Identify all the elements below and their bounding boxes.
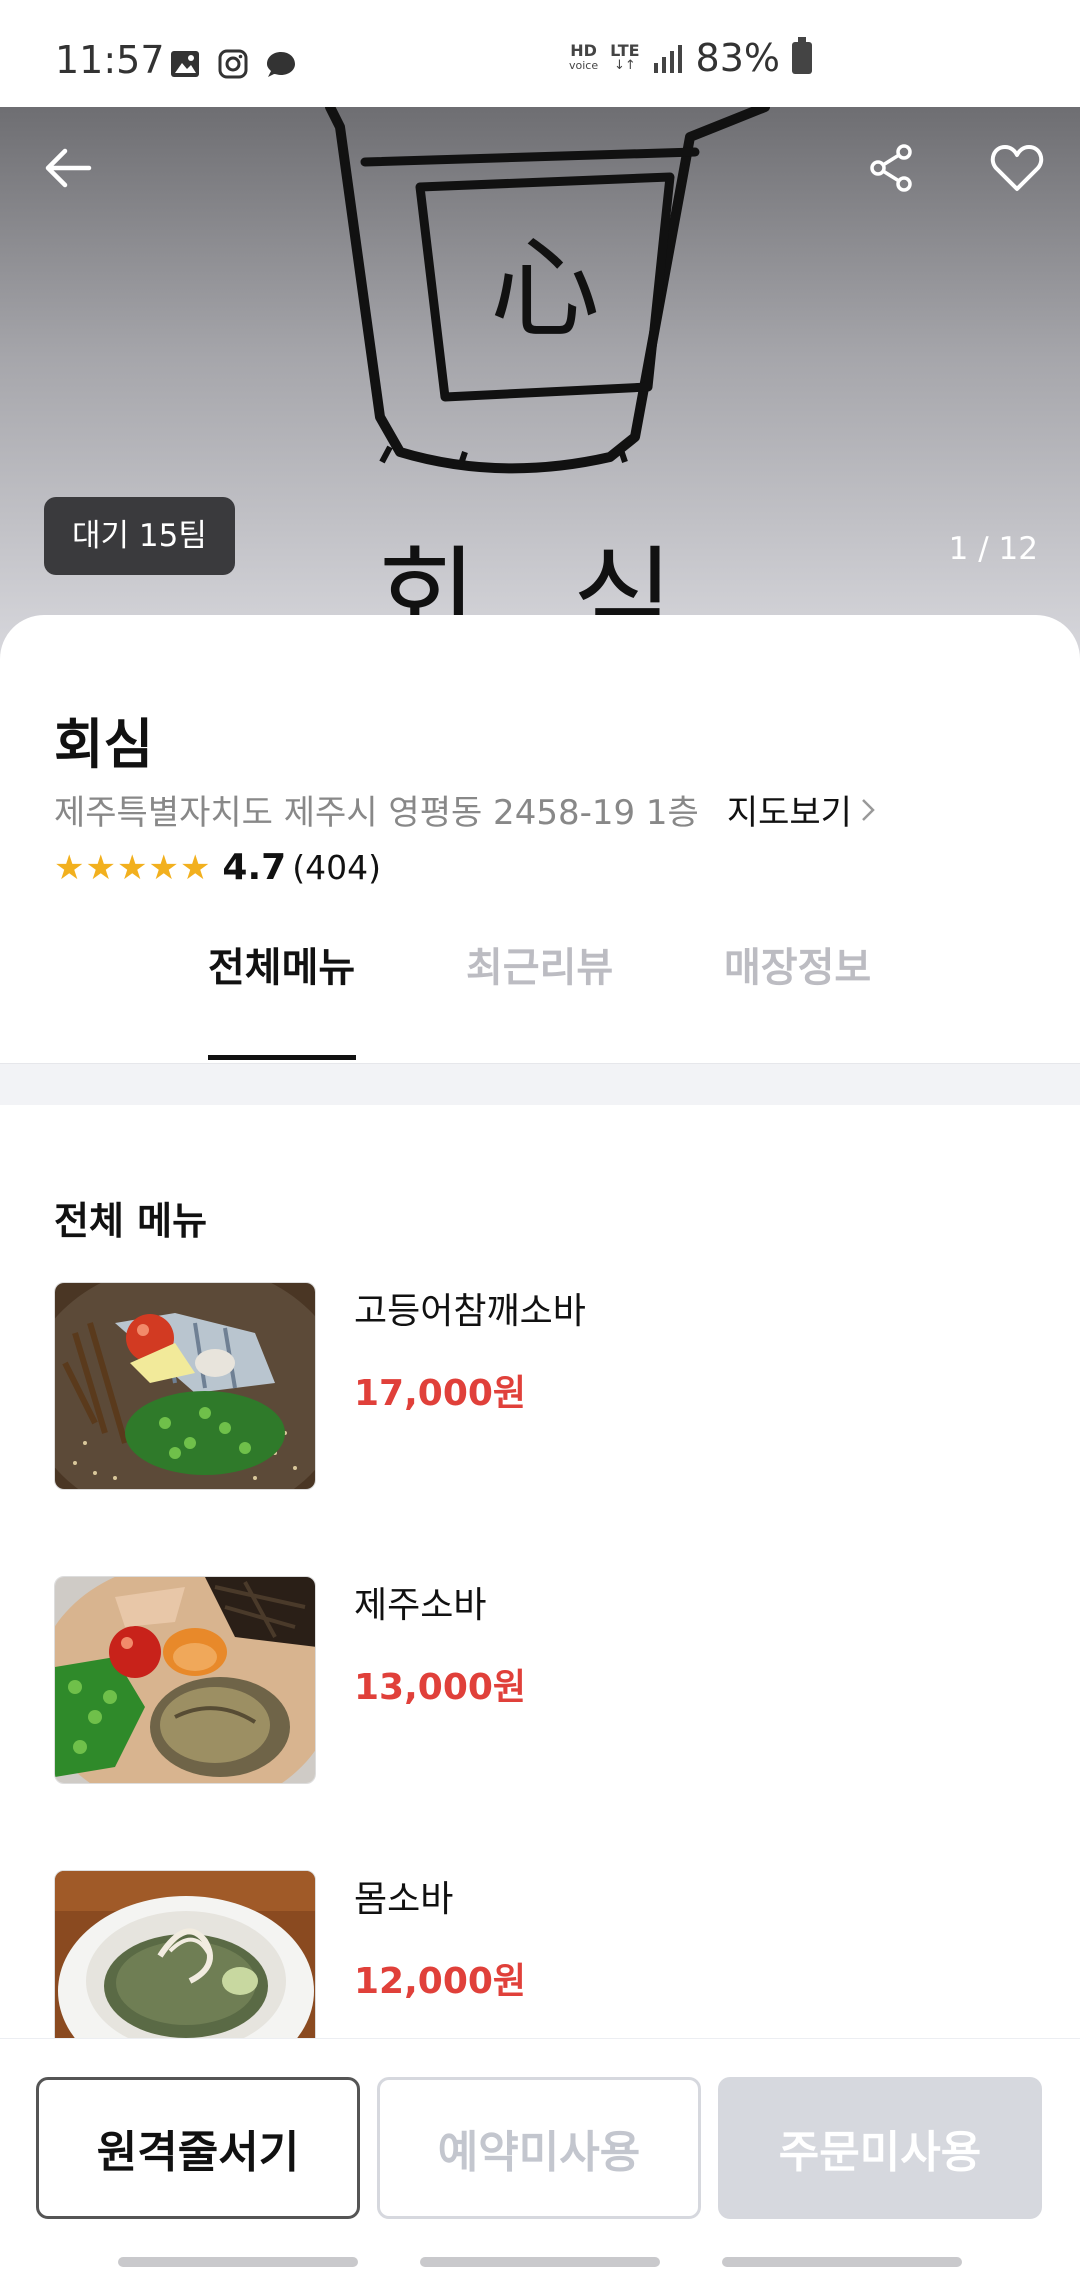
star-icon: ★ [148, 847, 179, 888]
menu-item-image [54, 1576, 316, 1784]
rating-row[interactable]: ★ ★ ★ ★ ★ 4.7 (404) [54, 847, 381, 888]
store-detail-sheet: 회심 제주특별자치도 제주시 영평동 2458-19 1층 지도보기 ★ ★ ★… [0, 615, 1080, 2078]
map-link-label: 지도보기 [726, 793, 852, 833]
share-button[interactable] [860, 136, 924, 200]
rating-value: 4.7 [222, 847, 287, 888]
star-icon: ★ [54, 847, 85, 888]
gallery-icon [171, 51, 199, 77]
instagram-icon [218, 49, 248, 79]
wait-count-badge: 대기 15팀 [44, 497, 235, 575]
status-right: HD voice LTE ↓↑ 83% [569, 36, 812, 80]
tab-recent-reviews[interactable]: 최근리뷰 [466, 935, 613, 993]
active-tab-indicator [208, 1055, 356, 1060]
notification-icons [168, 48, 298, 80]
arrow-left-icon [45, 148, 92, 188]
review-count: (404) [292, 848, 381, 887]
battery-percent: 83% [695, 36, 780, 80]
menu-item-name: 제주소바 [354, 1585, 487, 1626]
back-button[interactable] [36, 136, 100, 200]
menu-item-name: 몸소바 [354, 1879, 454, 1920]
menu-item-name: 고등어참깨소바 [354, 1291, 586, 1332]
menu-item[interactable]: 제주소바 13,000원 [54, 1576, 1034, 1788]
map-link[interactable]: 지도보기 [727, 785, 876, 834]
star-rating: ★ ★ ★ ★ ★ [54, 850, 210, 886]
store-name: 회심 [54, 713, 154, 776]
menu-item-image [54, 1282, 316, 1490]
menu-item-price: 13,000원 [354, 1667, 527, 1708]
image-counter: 1 / 12 [948, 531, 1038, 567]
nav-handle [722, 2257, 962, 2267]
reservation-button[interactable]: 예약미사용 [377, 2077, 701, 2219]
order-button[interactable]: 주문미사용 [718, 2077, 1042, 2219]
status-time: 11:57 [55, 38, 165, 82]
store-hero-image[interactable]: 心 회 심 대기 15팀 1 / 12 [0, 107, 1080, 667]
bottom-action-bar: 원격줄서기 예약미사용 주문미사용 [0, 2038, 1080, 2280]
status-bar: 11:57 HD voice LTE ↓↑ 83% [0, 0, 1080, 107]
chevron-right-icon [862, 798, 875, 821]
star-icon: ★ [116, 847, 148, 888]
lte-indicator: LTE ↓↑ [610, 41, 640, 74]
svg-text:心: 心 [490, 225, 600, 353]
menu-section-title: 전체 메뉴 [54, 1199, 208, 1243]
address-row: 제주특별자치도 제주시 영평동 2458-19 1층 지도보기 [54, 785, 876, 834]
nav-handle [420, 2257, 660, 2267]
store-logo: 心 회 심 [325, 107, 770, 663]
favorite-button[interactable] [985, 136, 1049, 200]
heart-icon [990, 145, 1044, 191]
chat-icon [267, 52, 295, 77]
nav-handle [118, 2257, 358, 2267]
battery-icon [792, 37, 812, 74]
store-address: 제주특별자치도 제주시 영평동 2458-19 1층 [54, 793, 699, 833]
menu-item-price: 17,000원 [354, 1373, 527, 1414]
star-icon: ★ [179, 847, 211, 888]
tab-store-info[interactable]: 매장정보 [724, 935, 871, 993]
tab-bar: 전체메뉴 최근리뷰 매장정보 [0, 935, 1080, 1035]
star-icon: ★ [85, 847, 116, 888]
menu-item-price: 12,000원 [354, 1961, 527, 2002]
section-divider [0, 1063, 1080, 1105]
share-icon [870, 144, 912, 192]
hd-voice-indicator: HD voice [569, 41, 599, 73]
tab-all-menu[interactable]: 전체메뉴 [208, 935, 355, 993]
signal-icon [653, 45, 682, 73]
remote-queue-button[interactable]: 원격줄서기 [36, 2077, 360, 2219]
menu-item[interactable]: 고등어참깨소바 17,000원 [54, 1282, 1034, 1494]
